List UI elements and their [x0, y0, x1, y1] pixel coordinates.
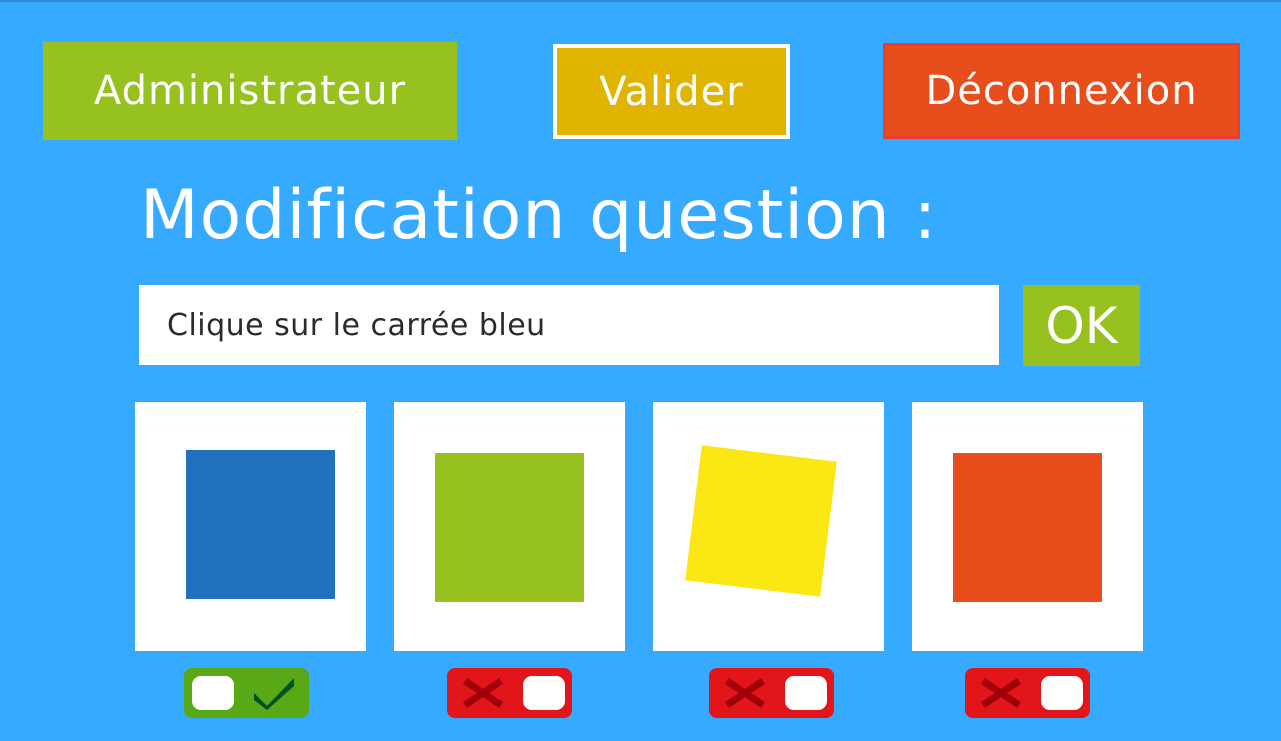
correct-toggle-4[interactable] [965, 668, 1090, 718]
cross-icon [981, 678, 1021, 708]
toggle-knob [1041, 676, 1083, 710]
question-input[interactable] [139, 285, 999, 365]
toggle-knob [192, 676, 234, 710]
top-border [0, 0, 1281, 2]
toggle-knob [523, 676, 565, 710]
answer-card-1[interactable] [135, 402, 366, 651]
answer-swatch-2 [435, 453, 584, 602]
correct-toggle-3[interactable] [709, 668, 834, 718]
correct-toggle-2[interactable] [447, 668, 572, 718]
answer-swatch-1 [186, 450, 335, 599]
admin-button[interactable]: Administrateur [43, 42, 457, 140]
logout-button[interactable]: Déconnexion [883, 43, 1240, 139]
answer-card-4[interactable] [912, 402, 1143, 651]
check-icon [254, 678, 294, 710]
answer-swatch-3 [685, 445, 837, 597]
cross-icon [463, 678, 503, 708]
answer-card-3[interactable] [653, 402, 884, 651]
answer-swatch-4 [953, 453, 1102, 602]
correct-toggle-1[interactable] [184, 668, 309, 718]
answer-card-2[interactable] [394, 402, 625, 651]
ok-button[interactable]: OK [1023, 285, 1140, 366]
toggle-knob [785, 676, 827, 710]
page-title: Modification question : [140, 176, 938, 255]
cross-icon [725, 678, 765, 708]
validate-button[interactable]: Valider [553, 44, 790, 139]
